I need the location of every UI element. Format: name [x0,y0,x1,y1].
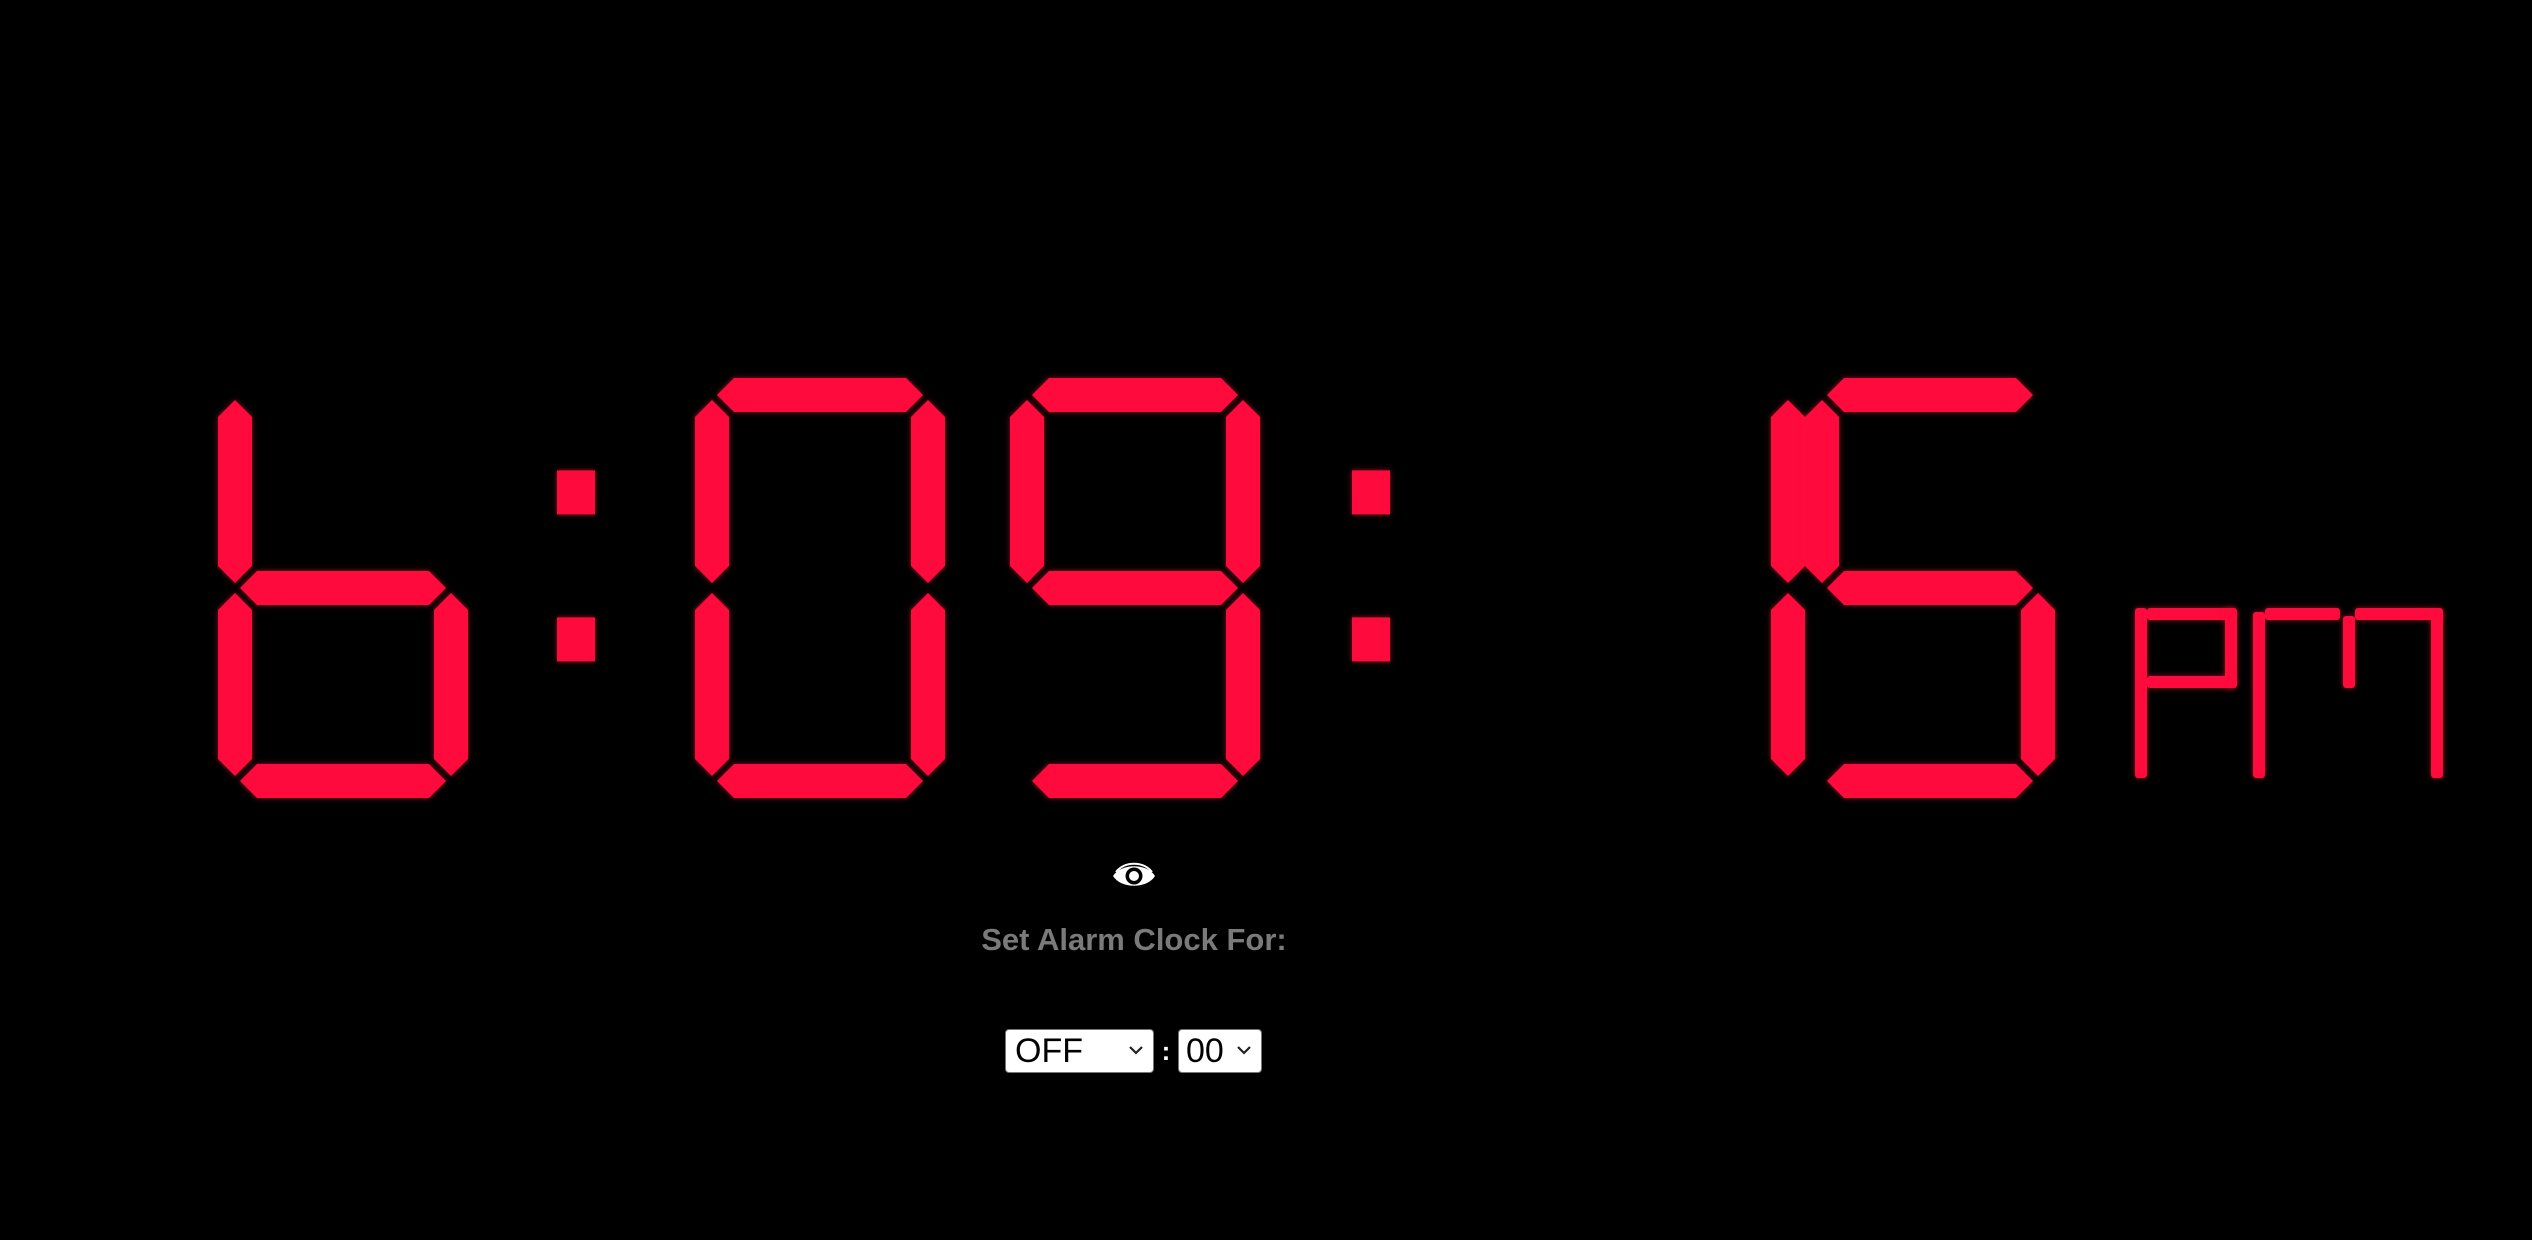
alarm-separator: : [1161,1035,1171,1066]
meridiem-indicator [2135,608,2443,778]
alarm-title: Set Alarm Clock For: [981,922,1287,957]
meridiem-stroke [2355,608,2443,620]
eye-icon[interactable] [1111,860,1157,892]
colon-dot [557,617,595,662]
segment-c [434,593,468,776]
segment-d [1827,764,2033,798]
segment-a [1032,378,1238,412]
segment-f [218,400,252,583]
segment-c [911,593,945,776]
alarm-minute-select[interactable]: 00 [1178,1029,1262,1073]
meridiem-stroke [2147,676,2235,688]
colon-minutes-seconds [1352,470,1390,662]
segment-b [1771,400,1805,583]
alarm-controls: OFF : 00 [1005,1028,1262,1074]
alarm-minute-value: 00 [1186,1031,1224,1070]
colon-hours-minutes [557,470,595,662]
segment-g [1827,571,2033,605]
minute-digit-tens [695,378,945,798]
meridiem-stroke [2431,612,2443,778]
segment-f [1010,400,1044,583]
colon-dot [557,470,595,515]
meridiem-stroke [2147,608,2235,620]
segment-a [717,378,923,412]
segment-c [1226,593,1260,776]
digital-clock-display [218,378,2443,798]
segment-d [1032,764,1238,798]
alarm-hour-value: OFF [1015,1031,1083,1070]
chevron-down-icon [1129,1046,1143,1055]
second-digit-ones [1805,378,2055,798]
segment-c [1771,593,1805,776]
segment-b [911,400,945,583]
segment-f [1805,400,1839,583]
segment-d [240,764,446,798]
colon-dot [1352,617,1390,662]
second-digit-tens [1771,400,1805,776]
meridiem-stroke [2265,608,2340,620]
minute-digit-ones [1010,378,1260,798]
meridiem-stroke [2135,608,2147,778]
meridiem-stroke [2343,616,2355,688]
segment-e [218,593,252,776]
alarm-hour-select[interactable]: OFF [1005,1029,1154,1073]
segment-d [717,764,923,798]
chevron-down-icon [1237,1046,1251,1055]
colon-dot [1352,470,1390,515]
segment-b [1226,400,1260,583]
clock-page: Set Alarm Clock For: OFF : 00 [0,0,2532,1240]
segment-a [1827,378,2033,412]
segment-e [695,593,729,776]
meridiem-stroke [2253,612,2265,778]
segment-g [240,571,446,605]
hour-digit [218,400,468,798]
segment-f [695,400,729,583]
segment-c [2021,593,2055,776]
segment-g [1032,571,1238,605]
